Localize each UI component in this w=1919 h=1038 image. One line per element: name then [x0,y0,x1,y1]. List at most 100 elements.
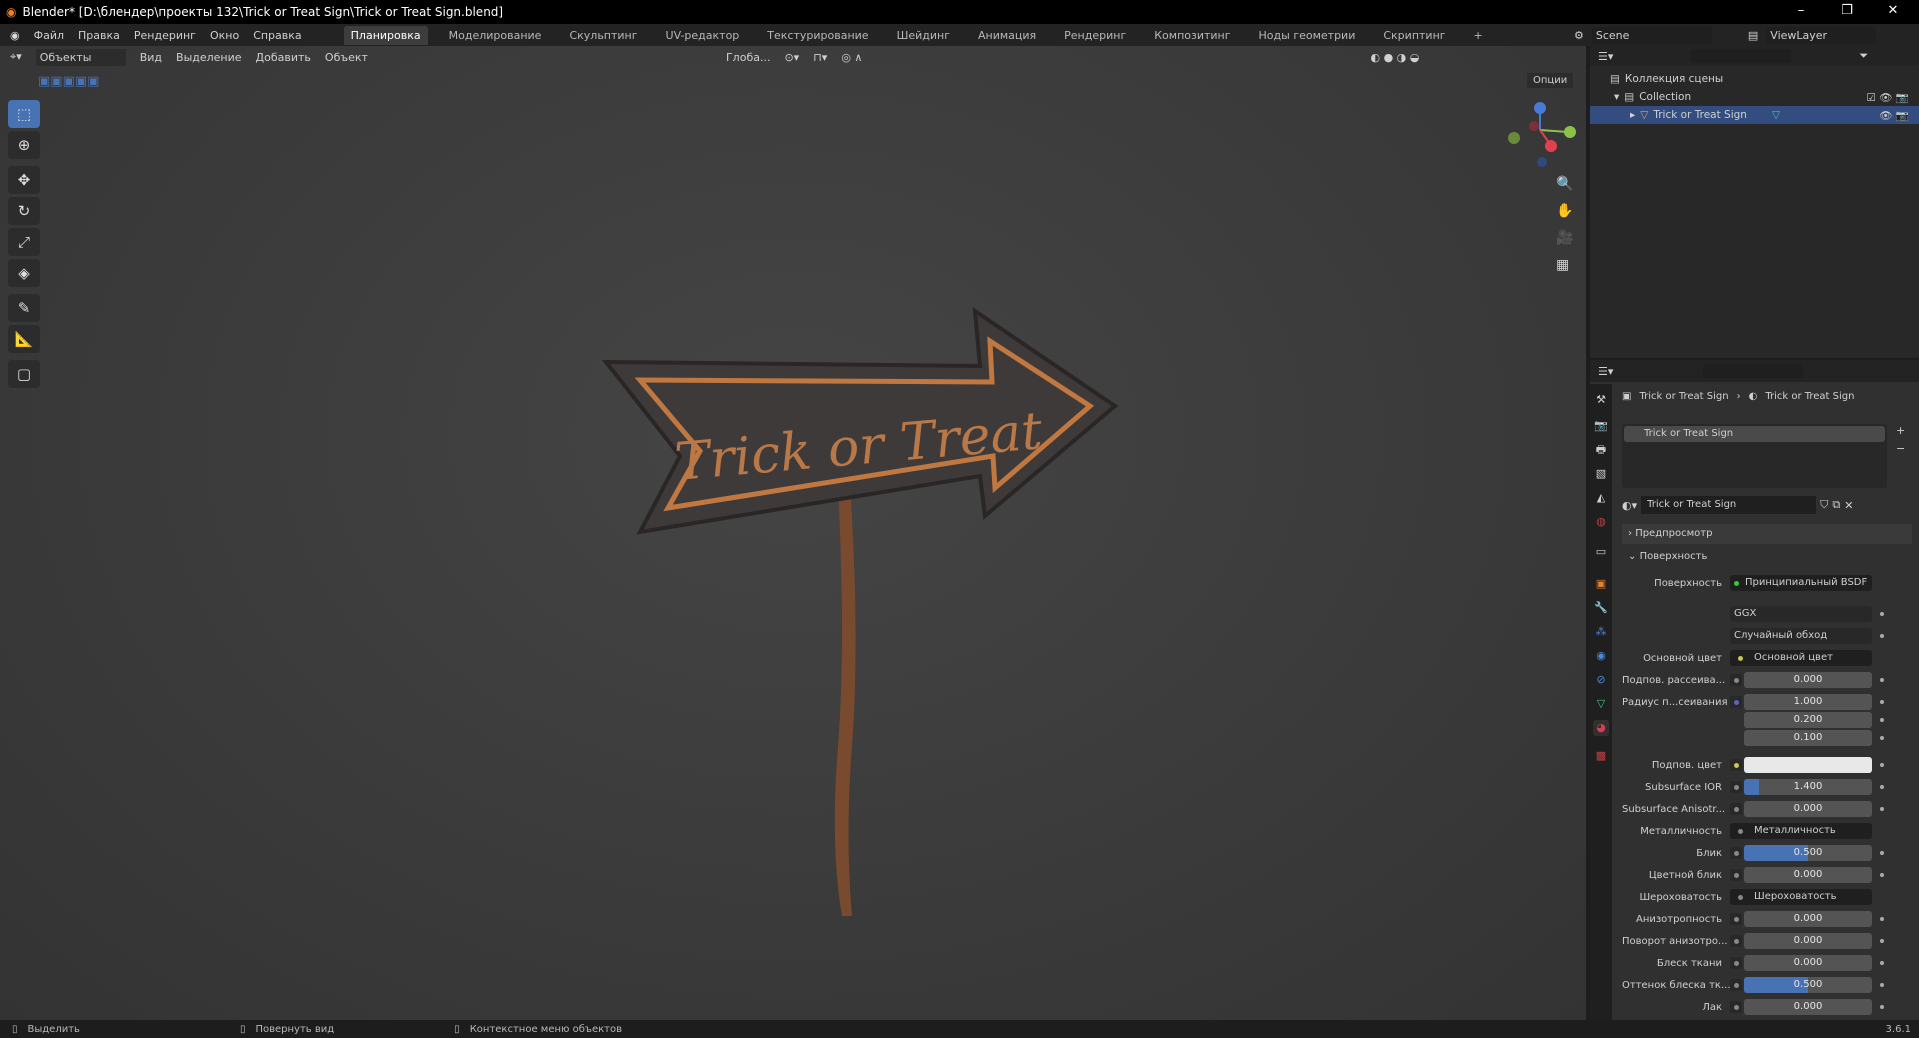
tab-geometry-nodes[interactable]: Ноды геометрии [1252,26,1363,45]
tab-scripting[interactable]: Скриптинг [1376,26,1452,45]
select-mode-icons[interactable]: ▣▣▣▣▣ [38,74,99,89]
socket-icon[interactable] [1734,652,1746,664]
camera-view-icon[interactable]: 🎥 [1556,230,1573,246]
socket-icon[interactable] [1734,825,1746,837]
socket-icon[interactable] [1730,674,1742,686]
annotate-tool-icon[interactable]: ✎ [8,294,40,322]
gizmo-z-icon[interactable] [1534,102,1546,114]
linked-input[interactable]: Шероховатость [1730,889,1872,905]
socket-icon[interactable] [1730,957,1742,969]
view-layer-tab-icon[interactable]: ▧ [1593,466,1609,482]
gizmo-x-icon[interactable] [1545,140,1557,152]
display-mode-icon[interactable]: ☰▾ [1598,50,1613,63]
menu-object[interactable]: Объект [325,51,368,64]
socket-icon[interactable] [1730,847,1742,859]
panel-surface[interactable]: ⌄ Поверхность [1622,547,1912,567]
search-input[interactable] [1691,49,1792,63]
world-tab-icon[interactable]: ◍ [1593,514,1609,530]
visibility-icons[interactable]: 👁 📷 [1879,109,1909,122]
duplicate-icon[interactable]: ⧉ [1832,498,1840,512]
zoom-view-icon[interactable]: 🔍 [1556,176,1573,192]
tab-modeling[interactable]: Моделирование [442,26,549,45]
value-slider[interactable]: 0.000 [1744,867,1872,883]
socket-icon[interactable] [1730,979,1742,991]
material-name-field[interactable]: Trick or Treat Sign [1641,496,1817,514]
scene-name[interactable]: Scene [1591,26,1712,44]
mode-selector[interactable]: Объекты [35,48,126,66]
maximize-button[interactable]: ❐ [1827,0,1867,24]
constraints-tab-icon[interactable]: ⊘ [1593,672,1609,688]
linked-input[interactable]: Основной цвет [1730,650,1872,666]
material-slot-list[interactable]: Trick or Treat Sign [1622,424,1887,488]
value-slider[interactable]: 0.000 [1744,672,1872,688]
physics-tab-icon[interactable]: ◉ [1593,648,1609,664]
socket-icon[interactable] [1730,869,1742,881]
tab-rendering[interactable]: Рендеринг [1057,26,1133,45]
tab-shading[interactable]: Шейдинг [890,26,957,45]
gizmo-y-icon[interactable] [1564,126,1576,138]
surface-shader-field[interactable]: Принципиальный BSDF [1730,575,1872,591]
tool-tab-icon[interactable]: ⚒ [1593,392,1609,408]
collection-tab-icon[interactable]: ▭ [1593,544,1609,560]
navigation-gizmo[interactable] [1500,98,1580,170]
unlink-icon[interactable]: ✕ [1844,499,1853,512]
value-slider[interactable]: 0.000 [1744,955,1872,971]
transform-tool-icon[interactable]: ◈ [8,259,40,287]
options-button[interactable]: Опции [1527,73,1574,88]
menu-render[interactable]: Рендеринг [134,29,196,42]
select-box-tool-icon[interactable]: ⬚ [8,100,40,128]
pan-view-icon[interactable]: ✋ [1556,203,1573,219]
value-slider[interactable]: 0.000 [1744,933,1872,949]
menu-add[interactable]: Добавить [256,51,311,64]
color-swatch[interactable] [1744,757,1872,773]
value-slider[interactable]: 0.500 [1744,845,1872,861]
menu-file[interactable]: Файл [34,29,64,42]
view-layer-name[interactable]: ViewLayer [1766,26,1877,44]
snap-icon[interactable]: ⊓▾ [813,51,827,64]
socket-icon[interactable] [1730,935,1742,947]
add-cube-tool-icon[interactable]: ▢ [8,360,40,388]
panel-preview[interactable]: › Предпросмотр [1622,524,1912,544]
tab-animation[interactable]: Анимация [971,26,1043,45]
blender-menu-icon[interactable]: ◉ [10,29,20,42]
properties-search[interactable] [1703,364,1804,378]
filter-icon[interactable]: ⏷ [1859,49,1868,63]
measure-tool-icon[interactable]: 📐 [8,325,40,353]
add-workspace-button[interactable]: + [1467,26,1490,45]
distribution-dropdown[interactable]: GGX [1730,606,1872,622]
particles-tab-icon[interactable]: ⁂ [1593,624,1609,640]
render-tab-icon[interactable]: 📷 [1593,418,1609,434]
material-browse-icon[interactable]: ◐▾ [1622,499,1637,512]
socket-icon[interactable] [1730,781,1742,793]
socket-icon[interactable] [1734,891,1746,903]
outliner-object[interactable]: ▸ ▽ Trick or Treat Sign ▽ 👁 📷 [1590,106,1919,124]
value-slider[interactable]: 0.000 [1744,911,1872,927]
move-tool-icon[interactable]: ✥ [8,166,40,194]
texture-tab-icon[interactable]: ▩ [1593,748,1609,764]
tab-layout[interactable]: Планировка [343,25,428,45]
cursor-tool-icon[interactable]: ⊕ [8,131,40,159]
transform-orientation[interactable]: Глоба... [726,51,770,64]
socket-icon[interactable] [1730,1001,1742,1013]
data-tab-icon[interactable]: ▽ [1593,696,1609,712]
remove-slot-button[interactable]: − [1896,442,1905,455]
socket-icon[interactable] [1730,759,1742,771]
material-slot[interactable]: Trick or Treat Sign [1624,426,1885,442]
close-button[interactable]: ✕ [1873,0,1913,24]
value-slider[interactable]: 1.400 [1744,779,1872,795]
rotate-tool-icon[interactable]: ↻ [8,197,40,225]
vector-field[interactable]: 0.200 [1744,712,1872,728]
outliner-scene-collection[interactable]: ▤ Коллекция сцены [1590,70,1919,88]
value-slider[interactable]: 0.500 [1744,977,1872,993]
socket-icon[interactable] [1730,913,1742,925]
output-tab-icon[interactable]: 🖶 [1593,442,1609,458]
tab-sculpting[interactable]: Скульптинг [562,26,644,45]
menu-help[interactable]: Справка [253,29,301,42]
shading-solid-icon[interactable]: ◐ ● ◑ ◒ [1370,51,1419,64]
linked-input[interactable]: Металличность [1730,823,1872,839]
subsurface-method-dropdown[interactable]: Случайный обход [1730,628,1872,644]
pivot-icon[interactable]: ⊙▾ [784,51,799,64]
modifier-tab-icon[interactable]: 🔧 [1593,600,1609,616]
editor-type-icon[interactable]: ☰▾ [1598,365,1613,378]
ortho-toggle-icon[interactable]: ▦ [1556,257,1569,273]
